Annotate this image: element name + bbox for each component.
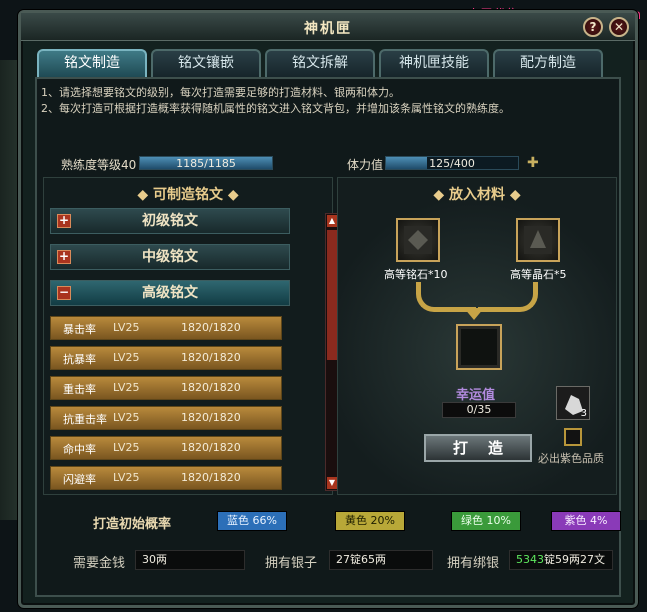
instructions: 1、请选择想要铭文的级别，每次打造需要足够的打造材料、银两和体力。 2、每次打造…	[41, 85, 615, 117]
category-label: 高级铭文	[142, 285, 198, 301]
rune-level: LV25	[113, 411, 140, 424]
rune-name: 暴击率	[63, 323, 96, 336]
proficiency-bar: 1185/1185	[139, 156, 273, 170]
rune-level: LV25	[113, 471, 140, 484]
rune-name: 命中率	[63, 443, 96, 456]
chance-green: 绿色 10%	[451, 511, 521, 531]
cost-value: 30两	[135, 550, 245, 570]
proficiency-value: 1185/1185	[176, 157, 236, 170]
tab-rune-dismantle[interactable]: 铭文拆解	[265, 49, 375, 77]
rune-name: 闪避率	[63, 473, 96, 486]
flow-arrow-right	[478, 282, 538, 312]
rune-row-heavy-hit[interactable]: 重击率 LV25 1820/1820	[50, 376, 282, 400]
arrow-head-icon	[464, 308, 484, 320]
rune-name: 重击率	[63, 383, 96, 396]
stamina-bar: 125/400	[385, 156, 519, 170]
chance-purple: 紫色 4%	[551, 511, 621, 531]
rune-row-crit[interactable]: 暴击率 LV25 1820/1820	[50, 316, 282, 340]
shenjixia-window: 神机匣 ? ✕ 铭文制造 铭文镶嵌 铭文拆解 神机匣技能 配方制造 1、请选择想…	[18, 10, 638, 608]
stone-count: 3	[580, 408, 587, 419]
materials-panel: ◆ 放入材料 ◆ 高等铭石*10 高等晶石*5 幸运值 0/35 3 打造 必出…	[337, 177, 617, 495]
expand-icon: +	[57, 249, 71, 264]
category-basic-runes[interactable]: + 初级铭文	[50, 208, 290, 234]
forge-button[interactable]: 打造	[424, 434, 532, 462]
add-stamina-icon[interactable]: ✚	[527, 155, 539, 171]
material-slot-rune-stone[interactable]	[396, 218, 440, 262]
rune-level: LV25	[113, 351, 140, 364]
stamina-value: 125/400	[429, 157, 475, 170]
money-row: 需要金钱 30两 拥有银子 27锭65两 拥有绑银 5343锭59两27文	[43, 549, 617, 573]
rune-progress: 1820/1820	[181, 471, 241, 484]
rune-progress: 1820/1820	[181, 321, 241, 334]
guarantee-purple-checkbox[interactable]	[564, 428, 582, 446]
instruction-line-1: 1、请选择想要铭文的级别，每次打造需要足够的打造材料、银两和体力。	[41, 86, 400, 99]
initial-chance-row: 打造初始概率 蓝色 66% 黄色 20% 绿色 10% 紫色 4%	[43, 509, 621, 533]
tab-rune-inlay[interactable]: 铭文镶嵌	[151, 49, 261, 77]
collapse-icon: −	[57, 285, 71, 300]
cost-label: 需要金钱	[73, 556, 126, 571]
chance-yellow: 黄色 20%	[335, 511, 405, 531]
rune-row-crit-resist[interactable]: 抗暴率 LV25 1820/1820	[50, 346, 282, 370]
rune-progress: 1820/1820	[181, 351, 241, 364]
rune-progress: 1820/1820	[181, 441, 241, 454]
rune-name: 抗重击率	[63, 413, 107, 426]
lucky-label: 幸运值	[456, 388, 496, 403]
rune-stone-icon	[404, 226, 432, 254]
rune-progress: 1820/1820	[181, 381, 241, 394]
category-label: 中级铭文	[142, 249, 198, 265]
stats-row: 熟练度等级40 1185/1185 体力值 125/400 ✚	[47, 155, 617, 173]
window-title: 神机匣	[304, 21, 352, 37]
help-button[interactable]: ?	[583, 17, 603, 37]
scroll-down-icon[interactable]: ▼	[327, 477, 337, 489]
material-slot-crystal[interactable]	[516, 218, 560, 262]
rune-level: LV25	[113, 381, 140, 394]
silver-label: 拥有银子	[265, 556, 318, 571]
rune-level: LV25	[113, 441, 140, 454]
bound-silver-ingots: 5343	[516, 553, 544, 566]
category-label: 初级铭文	[142, 213, 198, 229]
rune-row-hit-rate[interactable]: 命中率 LV25 1820/1820	[50, 436, 282, 460]
initial-chance-label: 打造初始概率	[93, 517, 172, 532]
material-1-label: 高等铭石*10	[384, 268, 448, 281]
crystal-icon	[524, 226, 552, 254]
bound-silver-value: 5343锭59两27文	[509, 550, 613, 570]
category-advanced-runes[interactable]: − 高级铭文	[50, 280, 290, 306]
bound-silver-label: 拥有绑银	[447, 556, 500, 571]
forge-content: 1、请选择想要铭文的级别，每次打造需要足够的打造材料、银两和体力。 2、每次打造…	[35, 77, 621, 597]
rune-level: LV25	[113, 321, 140, 334]
instruction-line-2: 2、每次打造可根据打造概率获得随机属性的铭文进入铭文背包，并增加该条属性铭文的熟…	[41, 102, 510, 115]
category-intermediate-runes[interactable]: + 中级铭文	[50, 244, 290, 270]
rune-row-dodge[interactable]: 闪避率 LV25 1820/1820	[50, 466, 282, 490]
material-2-label: 高等晶石*5	[510, 268, 567, 281]
craftable-runes-panel: ◆ 可制造铭文 ◆ + 初级铭文 + 中级铭文 − 高级铭文 暴击率 LV25 …	[43, 177, 333, 495]
expand-icon: +	[57, 213, 71, 228]
materials-title: ◆ 放入材料 ◆	[433, 187, 521, 203]
rune-row-heavy-hit-resist[interactable]: 抗重击率 LV25 1820/1820	[50, 406, 282, 430]
stamina-label: 体力值	[347, 158, 384, 172]
lucky-stone-slot[interactable]: 3	[556, 386, 590, 420]
guarantee-purple-label: 必出紫色品质	[538, 452, 604, 465]
bound-silver-rest: 锭59两27文	[544, 553, 605, 566]
rune-progress: 1820/1820	[181, 411, 241, 424]
silver-value: 27锭65两	[329, 550, 433, 570]
result-rune-slot[interactable]	[456, 324, 502, 370]
tab-rune-forge[interactable]: 铭文制造	[37, 49, 147, 77]
close-button[interactable]: ✕	[609, 17, 629, 37]
lucky-value: 0/35	[442, 402, 516, 418]
tab-shenjixia-skills[interactable]: 神机匣技能	[379, 49, 489, 77]
proficiency-label: 熟练度等级40	[61, 158, 137, 172]
title-bar: 神机匣 ? ✕	[21, 13, 635, 41]
rune-name: 抗暴率	[63, 353, 96, 366]
chance-blue: 蓝色 66%	[217, 511, 287, 531]
tab-recipe-forge[interactable]: 配方制造	[493, 49, 603, 77]
scroll-up-icon[interactable]: ▲	[327, 215, 337, 227]
craftable-runes-title: ◆ 可制造铭文 ◆	[137, 187, 239, 203]
scroll-thumb[interactable]	[327, 230, 337, 360]
